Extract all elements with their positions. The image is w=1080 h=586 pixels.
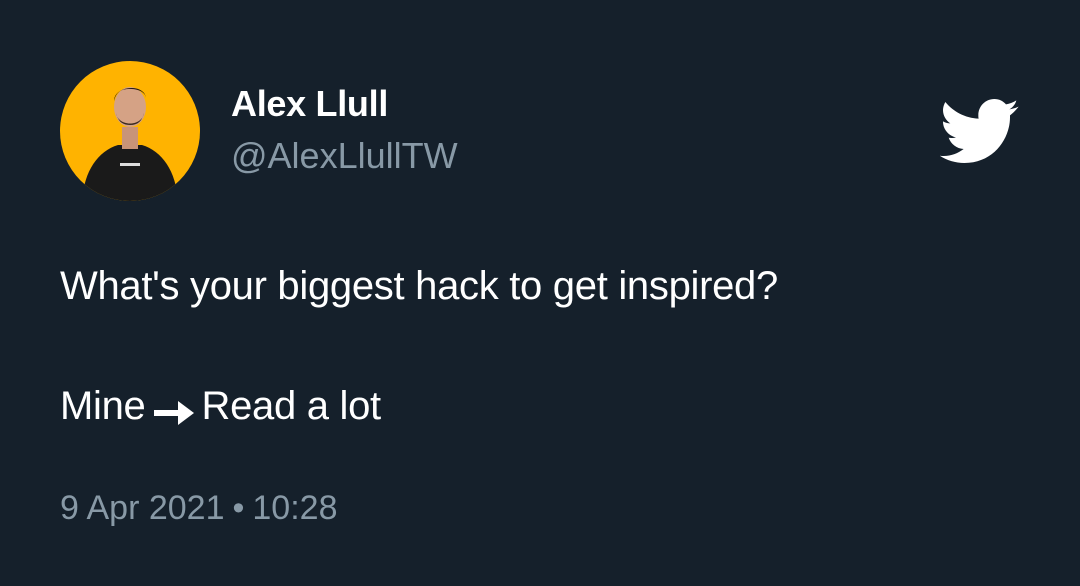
tweet-date: 9 Apr 2021 [60, 489, 225, 527]
tweet-text-before-arrow: Mine [60, 384, 146, 428]
tweet-text-line1: What's your biggest hack to get inspired… [60, 264, 778, 308]
author-handle[interactable]: @AlexLlullTW [231, 136, 458, 176]
tweet-timestamp[interactable]: 9 Apr 2021 • 10:28 [60, 488, 337, 528]
tweet-text-line2: Mine Read a lot [60, 382, 381, 430]
tweet-time: 10:28 [252, 489, 338, 527]
author-name[interactable]: Alex Llull [231, 84, 388, 124]
avatar[interactable] [60, 61, 200, 201]
meta-separator: • [232, 489, 245, 527]
twitter-bird-icon[interactable] [939, 99, 1020, 164]
tweet-text-after-arrow: Read a lot [201, 384, 382, 428]
right-arrow-icon [152, 391, 196, 425]
avatar-image [60, 61, 200, 201]
tweet-card: Alex Llull @AlexLlullTW What's your bigg… [0, 0, 1080, 586]
